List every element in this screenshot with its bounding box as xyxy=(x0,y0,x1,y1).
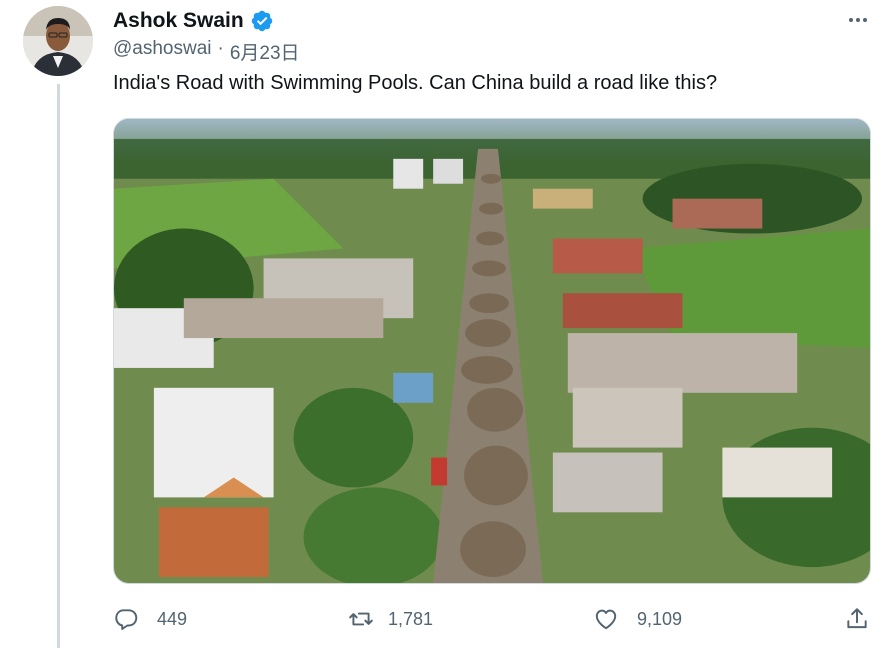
reply-count: 449 xyxy=(157,608,188,629)
aerial-road-photo xyxy=(114,119,870,583)
handle-row: @ashoswai · 6月23日 xyxy=(113,38,300,65)
author-handle[interactable]: @ashoswai xyxy=(113,38,212,65)
retweet-count: 1,781 xyxy=(388,608,434,629)
more-horizontal-icon xyxy=(849,18,867,22)
heart-icon xyxy=(595,609,617,630)
like-count: 9,109 xyxy=(637,608,683,629)
tweet-photo[interactable] xyxy=(113,118,871,584)
verified-badge-icon xyxy=(251,10,272,32)
thread-line xyxy=(57,84,60,648)
retweet-icon xyxy=(349,612,373,626)
tweet-date[interactable]: 6月23日 xyxy=(230,38,300,65)
like-button[interactable]: 9,109 xyxy=(593,603,682,635)
share-button[interactable] xyxy=(844,603,870,635)
action-bar: 449 1,781 9,109 xyxy=(113,603,873,635)
reply-button[interactable]: 449 xyxy=(113,603,187,635)
retweet-button[interactable]: 1,781 xyxy=(348,603,433,635)
more-button[interactable] xyxy=(845,10,871,30)
reply-icon xyxy=(115,609,138,630)
avatar-image xyxy=(23,6,93,76)
tweet-text: India's Road with Swimming Pools. Can Ch… xyxy=(113,72,718,94)
share-icon xyxy=(847,608,867,629)
separator-dot: · xyxy=(217,38,224,59)
author-name[interactable]: Ashok Swain xyxy=(113,9,244,33)
avatar[interactable] xyxy=(23,6,93,76)
author-row: Ashok Swain xyxy=(113,8,274,34)
